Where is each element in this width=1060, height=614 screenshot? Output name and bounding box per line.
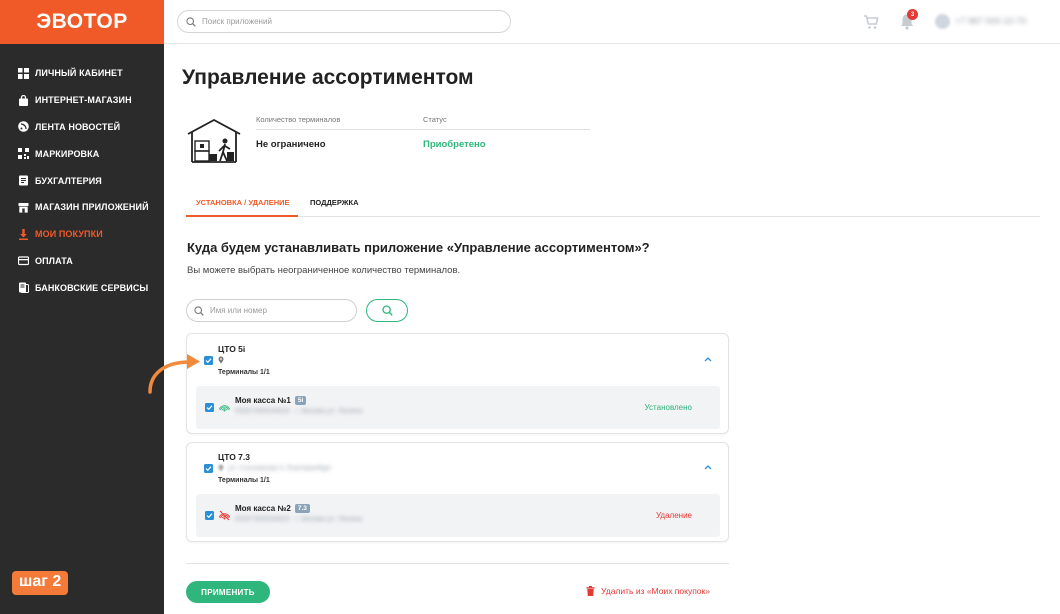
kassa-status-installed: Установлено bbox=[644, 403, 693, 412]
sidebar-item-label: ИНТЕРНЕТ-МАГАЗИН bbox=[35, 95, 132, 106]
apply-button[interactable]: ПРИМЕНИТЬ bbox=[186, 581, 270, 603]
model-badge: 5i bbox=[294, 396, 307, 405]
annotation-arrow bbox=[148, 354, 200, 394]
status-value: Приобретено bbox=[423, 139, 486, 150]
location-pin-icon bbox=[218, 356, 224, 364]
sidebar-nav: ЛИЧНЫЙ КАБИНЕТ ИНТЕРНЕТ-МАГАЗИН ЛЕНТА НО… bbox=[0, 60, 164, 301]
sidebar-item-marking[interactable]: МАРКИРОВКА bbox=[0, 140, 164, 167]
group-terminals-count: Терминалы 1/1 bbox=[218, 369, 270, 376]
footer-divider bbox=[186, 563, 729, 564]
warehouse-icon bbox=[187, 118, 241, 163]
sidebar-item-online-store[interactable]: ИНТЕРНЕТ-МАГАЗИН bbox=[0, 87, 164, 114]
sidebar-item-label: БАНКОВСКИЕ СЕРВИСЫ bbox=[35, 282, 149, 293]
delete-label: Удалить из «Моих покупок» bbox=[601, 586, 710, 596]
terminals-label: Количество терминалов bbox=[256, 115, 341, 124]
check-icon bbox=[205, 466, 212, 472]
sidebar-item-news-feed[interactable]: ЛЕНТА НОВОСТЕЙ bbox=[0, 114, 164, 141]
sidebar-item-app-store[interactable]: МАГАЗИН ПРИЛОЖЕНИЙ bbox=[0, 194, 164, 221]
kassa-row: Моя касса №2 7.3 00307300034829 г. Москв… bbox=[196, 494, 720, 537]
sidebar-item-accounting[interactable]: БУХГАЛТЕРИЯ bbox=[0, 167, 164, 194]
tab-support[interactable]: ПОДДЕРЖКА bbox=[310, 198, 359, 207]
chevron-up-icon[interactable] bbox=[703, 355, 713, 363]
model-badge: 7.3 bbox=[294, 504, 310, 513]
group-address: ул. Сосновская 4, Екатеринбург bbox=[218, 464, 331, 472]
terminal-filter[interactable] bbox=[186, 299, 357, 322]
sidebar-item-label: МОИ ПОКУПКИ bbox=[35, 229, 103, 240]
sidebar-item-label: МАГАЗИН ПРИЛОЖЕНИЙ bbox=[35, 202, 149, 213]
document-icon bbox=[18, 175, 29, 186]
terminal-group-card: ЦТО 5i Терминалы 1/1 Моя касса №1 5i 003… bbox=[186, 333, 729, 434]
filter-search-button[interactable] bbox=[366, 299, 408, 322]
kassa-name: Моя касса №2 7.3 bbox=[235, 504, 310, 513]
terminal-filter-input[interactable] bbox=[210, 306, 350, 315]
sidebar-item-bank-services[interactable]: БАНКОВСКИЕ СЕРВИСЫ bbox=[0, 274, 164, 301]
sidebar-item-label: ЛИЧНЫЙ КАБИНЕТ bbox=[35, 68, 123, 79]
step-badge: шаг 2 bbox=[12, 571, 69, 595]
user-phone[interactable]: +7 987 000-10-70 bbox=[955, 16, 1026, 26]
evotor-logo[interactable]: ЭВОТОР bbox=[36, 10, 128, 34]
sidebar-item-personal-account[interactable]: ЛИЧНЫЙ КАБИНЕТ bbox=[0, 60, 164, 87]
kassa-serial: 00307300034829 г. Москва ул. Ленина bbox=[235, 516, 363, 523]
news-icon bbox=[18, 121, 29, 133]
search-input[interactable] bbox=[202, 17, 502, 26]
sidebar-item-label: ЛЕНТА НОВОСТЕЙ bbox=[35, 121, 121, 132]
group-checkbox[interactable] bbox=[204, 464, 213, 473]
card-icon bbox=[18, 255, 29, 266]
location-pin-icon bbox=[218, 464, 224, 472]
notification-badge: 3 bbox=[907, 9, 918, 20]
tab-install-remove[interactable]: УСТАНОВКА / УДАЛЕНИЕ bbox=[196, 198, 290, 207]
kassa-serial: 00307300034829 г. Москва ул. Ленина bbox=[235, 408, 363, 415]
search-icon bbox=[381, 305, 393, 316]
grid-icon bbox=[18, 67, 29, 79]
group-checkbox[interactable] bbox=[204, 356, 213, 365]
download-icon bbox=[18, 228, 29, 240]
status-label: Статус bbox=[423, 115, 447, 124]
sidebar-item-label: ОПЛАТА bbox=[35, 255, 73, 266]
bag-icon bbox=[18, 94, 29, 106]
kassa-checkbox[interactable] bbox=[205, 403, 214, 412]
check-icon bbox=[205, 358, 212, 364]
kassa-row: Моя касса №1 5i 00307300034829 г. Москва… bbox=[196, 386, 720, 429]
store-icon bbox=[18, 202, 29, 213]
group-title: ЦТО 7.3 bbox=[218, 452, 250, 462]
group-title: ЦТО 5i bbox=[218, 344, 246, 354]
tabs: УСТАНОВКА / УДАЛЕНИЕ ПОДДЕРЖКА bbox=[186, 192, 1040, 217]
active-tab-indicator bbox=[186, 215, 298, 217]
app-search[interactable] bbox=[177, 10, 511, 33]
logo-bar[interactable]: ЭВОТОР bbox=[0, 0, 164, 44]
signal-online-icon bbox=[219, 405, 230, 412]
search-icon bbox=[186, 16, 196, 27]
page-title: Управление ассортиментом bbox=[182, 66, 474, 89]
check-icon bbox=[206, 513, 213, 519]
terminals-value: Не ограничено bbox=[256, 139, 326, 150]
terminal-group-card: ЦТО 7.3 ул. Сосновская 4, Екатеринбург Т… bbox=[186, 442, 729, 542]
avatar[interactable] bbox=[935, 14, 950, 29]
kassa-checkbox[interactable] bbox=[205, 511, 214, 520]
trash-icon bbox=[586, 586, 595, 596]
sidebar-item-payment[interactable]: ОПЛАТА bbox=[0, 248, 164, 275]
kassa-name: Моя касса №1 5i bbox=[235, 396, 307, 405]
install-question-title: Куда будем устанавливать приложение «Упр… bbox=[187, 240, 650, 255]
check-icon bbox=[206, 405, 213, 411]
sidebar: ЭВОТОР ЛИЧНЫЙ КАБИНЕТ ИНТЕРНЕТ-МАГАЗИН Л… bbox=[0, 0, 164, 614]
top-header: 3 +7 987 000-10-70 bbox=[164, 0, 1060, 44]
barcode-icon bbox=[18, 148, 29, 160]
meta-divider bbox=[256, 129, 590, 130]
chevron-up-icon[interactable] bbox=[703, 463, 713, 471]
group-terminals-count: Терминалы 1/1 bbox=[218, 477, 270, 484]
sidebar-item-my-purchases[interactable]: МОИ ПОКУПКИ bbox=[0, 221, 164, 248]
delete-from-purchases-link[interactable]: Удалить из «Моих покупок» bbox=[586, 586, 710, 596]
sidebar-item-label: БУХГАЛТЕРИЯ bbox=[35, 175, 102, 186]
signal-offline-icon bbox=[219, 510, 230, 521]
search-icon bbox=[194, 305, 204, 316]
install-question-subtitle: Вы можете выбрать неограниченное количес… bbox=[187, 265, 461, 276]
sidebar-item-label: МАРКИРОВКА bbox=[35, 148, 100, 159]
cart-icon[interactable] bbox=[863, 14, 879, 30]
bank-icon bbox=[18, 282, 29, 294]
kassa-status-removing: Удаление bbox=[655, 511, 692, 520]
group-address bbox=[218, 356, 228, 364]
